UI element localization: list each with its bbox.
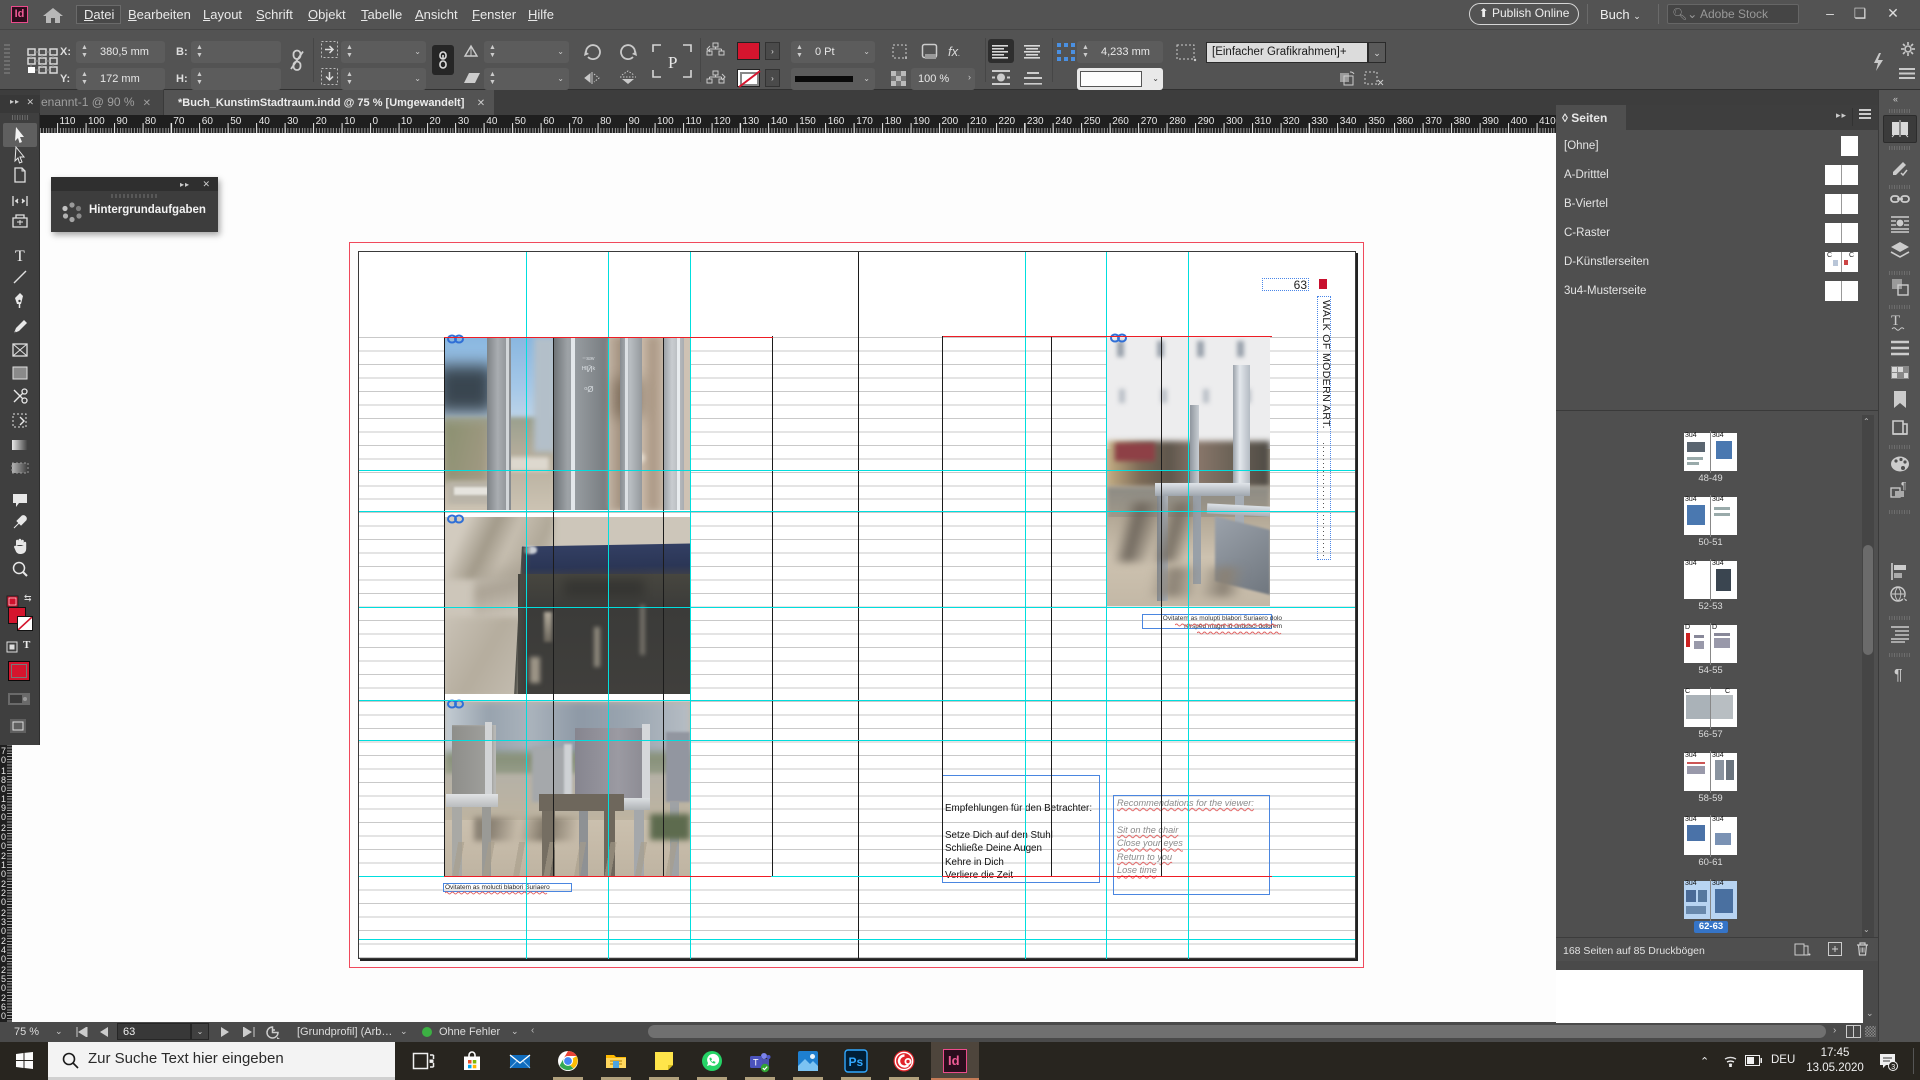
svg-text:P: P: [668, 53, 677, 72]
svg-text:T: T: [1891, 313, 1900, 329]
svg-text:¶: ¶: [1901, 481, 1906, 492]
svg-text:3: 3: [1891, 1064, 1895, 1071]
svg-text:Ps: Ps: [849, 1055, 864, 1069]
svg-text:¶: ¶: [1894, 667, 1903, 684]
svg-text:T: T: [753, 1058, 759, 1068]
svg-text:T: T: [15, 248, 25, 264]
